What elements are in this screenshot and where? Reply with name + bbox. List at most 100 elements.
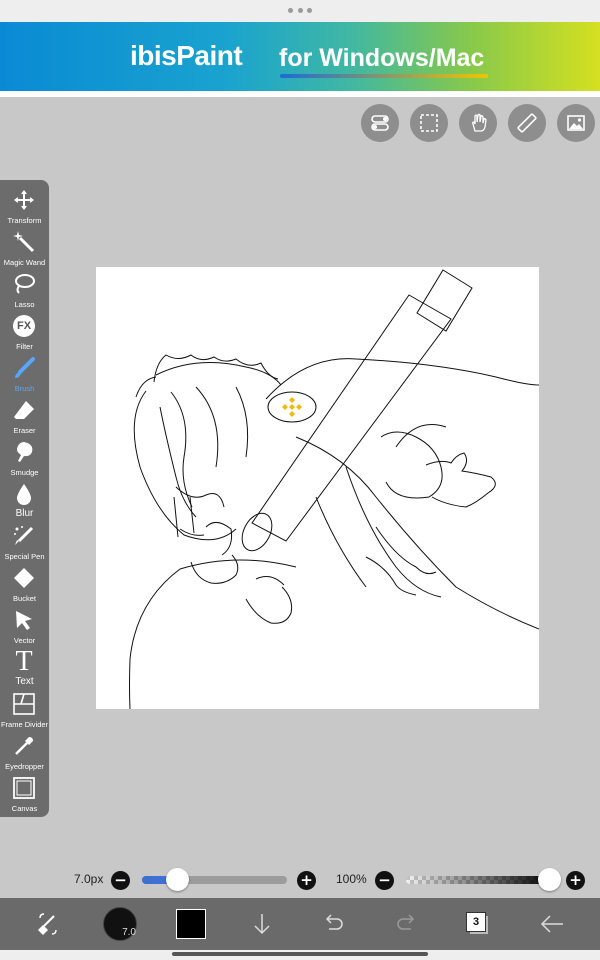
brush-size-badge: 7.0 [122, 927, 136, 938]
tool-transform[interactable]: Transform [0, 184, 49, 226]
drawing-canvas[interactable] [96, 267, 540, 710]
tool-smudge[interactable]: Smudge [0, 436, 49, 478]
slider-row: 7.0px − + 100% − + [0, 864, 600, 896]
brush-size-slider[interactable] [142, 876, 287, 884]
fx-icon: FX [12, 314, 36, 338]
tool-label: Magic Wand [3, 258, 46, 267]
tool-palette: Transform Magic Wand Lasso FX Filter Bru… [0, 180, 49, 817]
opacity-value: 100% [336, 872, 367, 886]
tool-vector[interactable]: Vector [0, 604, 49, 646]
redo-button[interactable] [388, 906, 424, 942]
tool-blur[interactable]: Blur [0, 478, 49, 520]
tool-special-pen[interactable]: Special Pen [0, 520, 49, 562]
tool-label: Frame Divider [0, 720, 49, 729]
text-icon-glyph: T [15, 646, 33, 677]
eraser-icon [12, 398, 36, 422]
reference-image-button[interactable] [557, 104, 595, 142]
smudge-icon [12, 440, 36, 464]
tool-eyedropper[interactable]: Eyedropper [0, 730, 49, 772]
tool-label: Text [15, 676, 34, 687]
eyedropper-icon [12, 734, 36, 758]
tool-label: Vector [13, 636, 36, 645]
tool-label: Special Pen [4, 552, 45, 561]
plus-icon: + [569, 871, 582, 889]
layers-button[interactable]: 3 [460, 906, 496, 942]
ad-banner[interactable]: ibisPaint for Windows/Mac [0, 22, 600, 91]
tool-bucket[interactable]: Bucket [0, 562, 49, 604]
layers-icon: 3 [466, 912, 490, 936]
banner-underline [280, 74, 488, 78]
hand-button[interactable] [459, 104, 497, 142]
tool-label: Eraser [13, 426, 36, 435]
bottom-toolbar: 7.0 3 [0, 898, 600, 950]
banner-tagline: for Windows/Mac [279, 44, 485, 72]
undo-icon [325, 914, 343, 930]
tool-label: Bucket [13, 594, 36, 603]
tool-label: Canvas [11, 804, 38, 813]
blur-drop-icon [12, 482, 36, 506]
ruler-icon [517, 113, 537, 133]
download-button[interactable] [244, 906, 280, 942]
home-indicator-bar [0, 950, 600, 960]
frame-divider-icon [12, 692, 36, 716]
banner-divider [0, 91, 600, 97]
minus-icon: − [114, 871, 127, 889]
canvas-icon [12, 776, 36, 800]
opacity-plus-button[interactable]: + [566, 871, 585, 890]
tool-magic-wand[interactable]: Magic Wand [0, 226, 49, 268]
brush-size-minus-button[interactable]: − [111, 871, 130, 890]
tool-label: Lasso [14, 300, 35, 309]
magic-wand-icon [12, 230, 36, 254]
tool-label: Brush [14, 384, 35, 393]
banner-logo: ibisPaint [130, 40, 243, 71]
tool-filter[interactable]: FX Filter [0, 310, 49, 352]
plus-icon: + [300, 871, 313, 889]
brush-size-button[interactable]: 7.0 [102, 906, 138, 942]
status-bar [0, 0, 600, 22]
binance-logo-icon [282, 397, 302, 417]
layer-count: 3 [466, 912, 486, 932]
brush-eraser-swap-icon [38, 913, 57, 935]
color-button[interactable] [173, 906, 209, 942]
arrow-left-icon [540, 915, 563, 933]
tool-lasso[interactable]: Lasso [0, 268, 49, 310]
ruler-button[interactable] [508, 104, 546, 142]
hand-icon [472, 113, 487, 132]
move-icon [12, 188, 36, 212]
brush-size-slider-thumb[interactable] [165, 868, 189, 891]
undo-button[interactable] [316, 906, 352, 942]
toggle-icon [371, 115, 389, 131]
special-pen-icon [12, 524, 36, 548]
tool-canvas[interactable]: Canvas [0, 772, 49, 814]
brush-size-value: 7.0px [74, 872, 104, 886]
tool-label: Transform [7, 216, 42, 225]
image-icon [567, 115, 585, 131]
bucket-icon [12, 566, 36, 590]
tool-label: Filter [16, 342, 33, 351]
opacity-minus-button[interactable]: − [375, 871, 394, 890]
tool-frame-divider[interactable]: Frame Divider [0, 688, 49, 730]
fx-icon-text: FX [13, 315, 35, 337]
line-art-drawing [129, 269, 540, 710]
brush-icon [12, 356, 36, 380]
selection-icon [420, 114, 438, 132]
brush-size-plus-button[interactable]: + [297, 871, 316, 890]
tool-brush[interactable]: Brush [0, 352, 49, 394]
tool-text[interactable]: T Text [0, 646, 49, 688]
arrow-down-icon [254, 914, 270, 935]
text-icon: T [12, 646, 36, 677]
tool-label: Smudge [10, 468, 39, 477]
tool-label: Blur [15, 508, 34, 519]
more-dots-icon[interactable] [288, 6, 312, 14]
back-button[interactable] [534, 906, 570, 942]
minus-icon: − [378, 871, 391, 889]
redo-icon [397, 914, 415, 930]
brush-size-circle-icon: 7.0 [103, 907, 137, 941]
selection-button[interactable] [410, 104, 448, 142]
home-indicator[interactable] [172, 952, 428, 956]
opacity-slider[interactable] [406, 876, 554, 884]
tool-switch-button[interactable] [30, 906, 66, 942]
tool-eraser[interactable]: Eraser [0, 394, 49, 436]
toggle-button[interactable] [361, 104, 399, 142]
opacity-slider-thumb[interactable] [538, 868, 561, 891]
